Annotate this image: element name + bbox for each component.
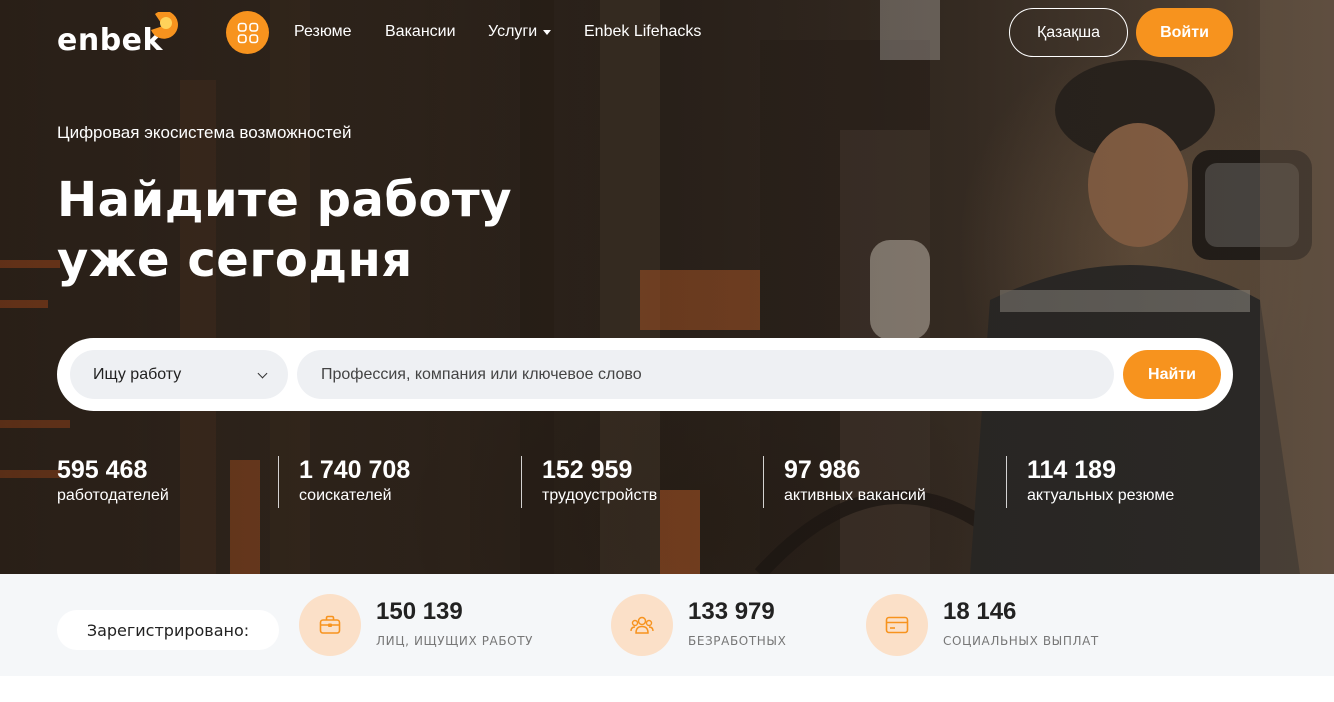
stat-employers: 595 468 работодателей [57, 456, 169, 506]
login-button[interactable]: Войти [1136, 8, 1233, 57]
stat-employments: 152 959 трудоустройств [542, 456, 657, 506]
nav-resume[interactable]: Резюме [294, 22, 352, 42]
chevron-down-icon [257, 368, 268, 379]
registered-value: 18 146 [943, 598, 1017, 625]
registered-item-label: социальных выплат [943, 634, 1099, 648]
caret-down-icon [543, 29, 552, 35]
enbek-logo[interactable]: enbek [57, 12, 187, 58]
hero-headline: Найдите работу уже сегодня [57, 170, 512, 290]
search-button[interactable]: Найти [1123, 350, 1221, 399]
stat-value: 97 986 [784, 456, 861, 484]
stat-divider [521, 456, 522, 508]
registered-value: 133 979 [688, 598, 775, 625]
nav-services-dropdown[interactable]: Услуги [488, 22, 552, 42]
stat-divider [763, 456, 764, 508]
registered-value: 150 139 [376, 598, 463, 625]
logo-text: enbek [57, 23, 163, 58]
stat-label: активных вакансий [784, 487, 926, 504]
apps-menu-button[interactable] [226, 11, 269, 54]
stat-value: 1 740 708 [299, 456, 411, 484]
stat-label: трудоустройств [542, 487, 658, 504]
search-input[interactable] [297, 350, 1114, 399]
people-icon [611, 594, 673, 656]
stat-value: 595 468 [57, 456, 148, 484]
nav-vacancies-label: Вакансии [385, 23, 456, 40]
registered-band: Зарегистрировано: 150 139 лиц, ищущих ра… [0, 574, 1334, 676]
search-mode-select[interactable]: Ищу работу [70, 350, 288, 399]
stat-label: работодателей [57, 487, 169, 504]
search-bar: Ищу работу Найти [57, 338, 1233, 411]
stat-value: 114 189 [1027, 456, 1116, 484]
language-switch-button[interactable]: Қазақша [1009, 8, 1128, 57]
stat-value: 152 959 [542, 456, 633, 484]
stat-job-seekers: 1 740 708 соискателей [299, 456, 410, 506]
nav-lifehacks[interactable]: Enbek Lifehacks [584, 22, 701, 42]
nav-services-label: Услуги [488, 23, 538, 40]
search-mode-value: Ищу работу [93, 365, 182, 383]
headline-line-1: Найдите работу [57, 172, 513, 228]
headline-line-2: уже сегодня [57, 232, 413, 288]
nav-vacancies[interactable]: Вакансии [385, 22, 456, 42]
briefcase-icon [299, 594, 361, 656]
grid-icon [237, 22, 258, 43]
stat-label: актуальных резюме [1027, 487, 1175, 504]
registered-item-label: безработных [688, 634, 787, 648]
stat-active-vacancies: 97 986 активных вакансий [784, 456, 926, 506]
stat-label: соискателей [299, 487, 392, 504]
stat-actual-resumes: 114 189 актуальных резюме [1027, 456, 1174, 506]
registered-item-label: лиц, ищущих работу [376, 634, 534, 648]
hero-tagline: Цифровая экосистема возможностей [57, 123, 352, 142]
nav-lifehacks-label: Enbek Lifehacks [584, 23, 702, 40]
nav-resume-label: Резюме [294, 23, 352, 40]
card-icon [866, 594, 928, 656]
stat-divider [1006, 456, 1007, 508]
logo-mark-icon [151, 12, 178, 39]
registered-label: Зарегистрировано: [57, 610, 279, 650]
stat-divider [278, 456, 279, 508]
